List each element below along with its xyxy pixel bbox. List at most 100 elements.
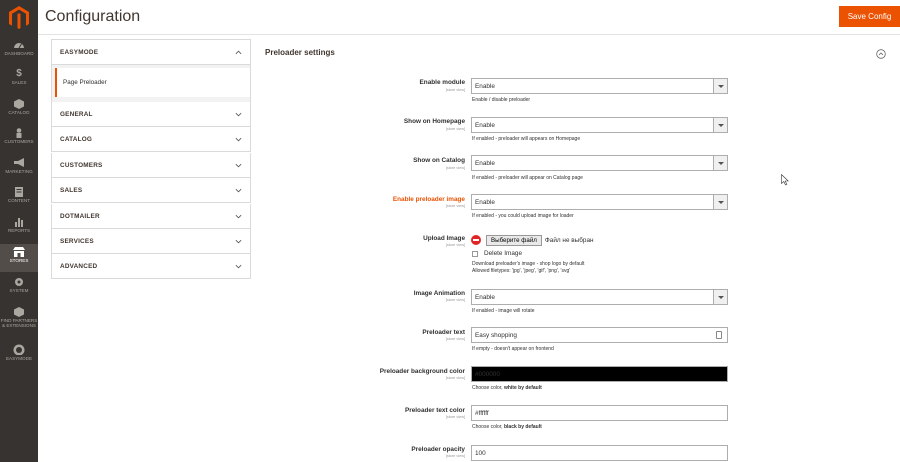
bg-color-input[interactable]: #000000 [471, 366, 728, 382]
nav-label: CONTENT [7, 198, 31, 203]
select-value: Enable [475, 198, 495, 206]
show-homepage-select[interactable]: Enable [471, 117, 728, 133]
nav-label: CUSTOMERS [4, 139, 34, 144]
no-image-icon [471, 235, 481, 245]
nav-item-stores[interactable]: STORES [0, 244, 38, 272]
tab-label: CATALOG [60, 135, 93, 143]
choose-file-button[interactable]: Выберите файл [486, 234, 542, 246]
note-text: Choose color, [472, 424, 504, 430]
megaphone-icon [14, 158, 24, 167]
nav-label: MARKETING [5, 169, 33, 174]
collapse-circle-icon[interactable] [876, 49, 886, 59]
chevron-down-icon [235, 137, 242, 142]
file-status: Файл не выбран [544, 236, 594, 244]
person-icon [16, 128, 22, 138]
show-catalog-select[interactable]: Enable [471, 155, 728, 171]
tab-item-page-preloader[interactable]: Page Preloader [55, 68, 250, 97]
preloader-text-input[interactable]: Easy shopping [471, 327, 728, 343]
scope-label: [store view] [445, 127, 465, 131]
nav-item-customers[interactable]: CUSTOMERS [0, 128, 38, 156]
enable-module-label: Enable module [419, 79, 465, 86]
enable-image-label: Enable preloader image [392, 196, 465, 203]
enable-image-select[interactable]: Enable [471, 194, 728, 210]
preloader-text-label: Preloader text [422, 329, 465, 336]
chevron-up-icon [235, 50, 242, 55]
content-icon [15, 187, 23, 197]
opacity-input[interactable]: 100 [471, 445, 728, 461]
save-config-button[interactable]: Save Config [839, 6, 900, 27]
tab-catalog[interactable]: CATALOG [51, 127, 251, 152]
chevron-down-icon [235, 188, 242, 193]
header-divider [38, 34, 900, 35]
extensions-icon [14, 307, 24, 317]
tab-general[interactable]: GENERAL [51, 102, 251, 127]
scope-label: [store view] [445, 454, 465, 458]
tab-advanced[interactable]: ADVANCED [51, 254, 251, 279]
upload-row: Выберите файл Файл не выбран [471, 234, 594, 246]
text-color-input[interactable]: #ffffff [471, 405, 728, 421]
tab-label: EASYMODE [60, 48, 99, 56]
select-value: Enable [475, 159, 495, 167]
input-value: #ffffff [475, 409, 489, 417]
tab-label: ADVANCED [60, 262, 98, 270]
chevron-down-icon [235, 163, 242, 168]
chevron-down-icon [235, 214, 242, 219]
scope-label: [store view] [445, 204, 465, 208]
upload-filetypes-note: Allowed filetypes: 'jpg', 'jpeg', 'gif',… [472, 268, 571, 274]
opacity-label: Preloader opacity [411, 446, 465, 453]
image-animation-select[interactable]: Enable [471, 289, 728, 305]
delete-image-checkbox[interactable] [472, 251, 478, 257]
image-animation-label: Image Animation [413, 290, 465, 297]
admin-nav: DASHBOARD $ SALES CATALOG CUSTOMERS MARK… [0, 0, 38, 462]
chevron-down-icon [235, 112, 242, 117]
upload-note: Download preloader's image - shop logo b… [472, 261, 585, 267]
chevron-down-icon [713, 195, 727, 209]
nav-item-marketing[interactable]: MARKETING [0, 158, 38, 186]
nav-label: CATALOG [8, 110, 30, 115]
tab-item-label: Page Preloader [63, 79, 107, 86]
scope-label: [store view] [445, 337, 465, 341]
show-catalog-note: If enabled - preloader will appear on Ca… [472, 175, 583, 181]
magento-logo-icon [9, 6, 29, 29]
tab-label: DOTMAILER [60, 212, 100, 220]
input-value: #000000 [475, 370, 500, 378]
nav-item-content[interactable]: CONTENT [0, 187, 38, 215]
bg-color-label: Preloader background color [379, 368, 465, 375]
magento-logo[interactable] [0, 0, 38, 36]
tab-easymode[interactable]: EASYMODE [51, 39, 251, 65]
tab-services[interactable]: SERVICES [51, 229, 251, 254]
nav-item-easymode[interactable]: EASYMODE [0, 343, 38, 371]
nav-label: REPORTS [7, 228, 31, 233]
scope-label: [store view] [445, 415, 465, 419]
nav-label: DASHBOARD [4, 51, 34, 56]
show-homepage-note: If enabled - preloader will appears on H… [472, 136, 581, 142]
cube-icon [14, 99, 24, 109]
tab-dotmailer[interactable]: DOTMAILER [51, 204, 251, 229]
tab-label: SERVICES [60, 237, 94, 245]
tab-customers[interactable]: CUSTOMERS [51, 153, 251, 178]
note-text: Choose color, [472, 385, 504, 391]
bg-color-note: Choose color, white by default [472, 385, 542, 391]
tab-label: GENERAL [60, 110, 93, 118]
nav-item-dashboard[interactable]: DASHBOARD [0, 40, 38, 68]
nav-item-reports[interactable]: REPORTS [0, 217, 38, 245]
chevron-down-icon [713, 118, 727, 132]
show-homepage-label: Show on Homepage [403, 118, 465, 125]
nav-item-system[interactable]: SYSTEM [0, 277, 38, 305]
text-color-label: Preloader text color [404, 407, 465, 414]
note-bold: white by default [503, 385, 542, 391]
delete-image-label: Delete Image [484, 250, 523, 257]
nav-item-extensions[interactable]: FIND PARTNERS & EXTENSIONS [0, 307, 38, 335]
enable-module-select[interactable]: Enable [471, 78, 728, 94]
nav-label: SALES [11, 80, 27, 85]
enable-image-note: If enabled - you could upload image for … [472, 213, 574, 219]
dollar-icon: $ [16, 68, 22, 79]
image-animation-note: If enabled - image will rotate [472, 308, 535, 314]
nav-item-catalog[interactable]: CATALOG [0, 99, 38, 127]
easymode-icon [13, 344, 25, 355]
tab-sales[interactable]: SALES [51, 178, 251, 203]
tab-label: CUSTOMERS [60, 161, 103, 169]
gear-icon [15, 278, 23, 286]
nav-item-sales[interactable]: $ SALES [0, 69, 38, 97]
scope-label: [store view] [445, 88, 465, 92]
